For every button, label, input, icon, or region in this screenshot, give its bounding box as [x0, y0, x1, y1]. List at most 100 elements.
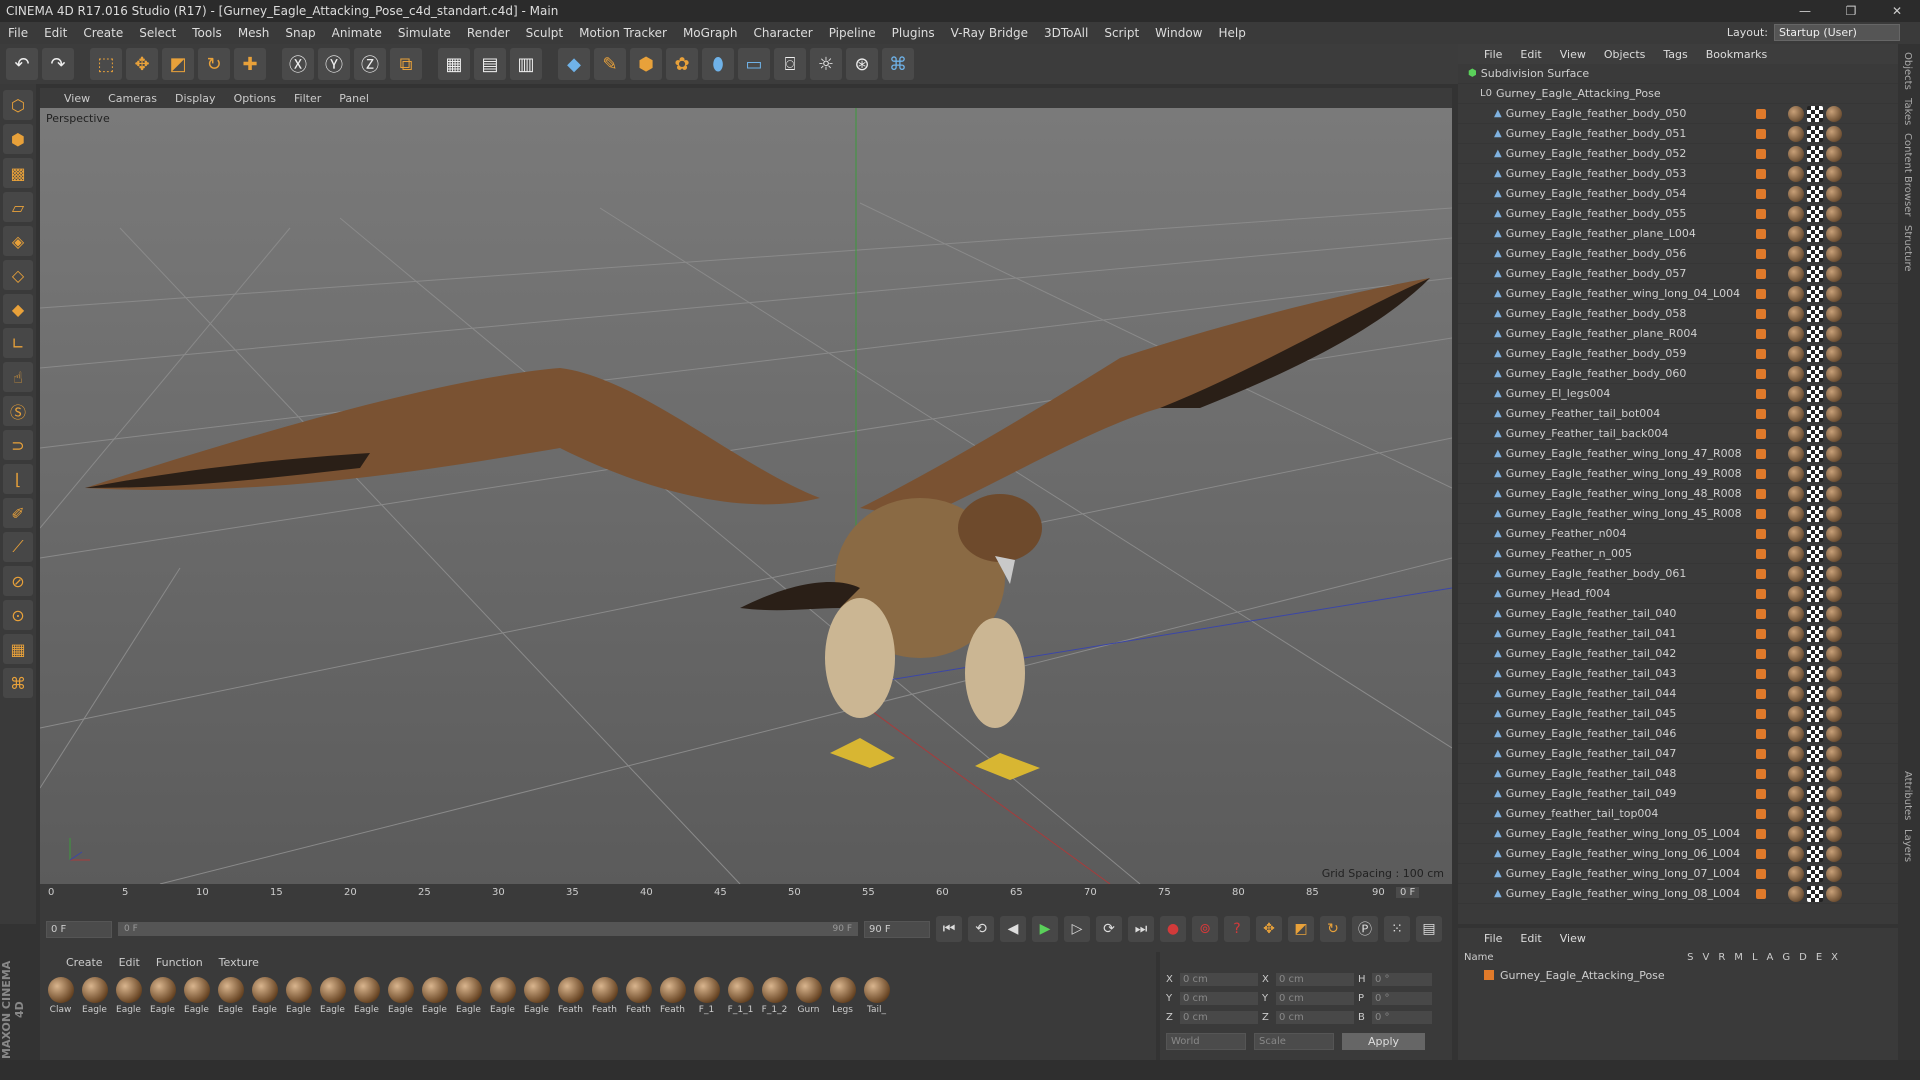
object-row[interactable]: ▲ Gurney_Eagle_feather_wing_long_07_L004 — [1458, 864, 1898, 884]
frame-range-slider[interactable]: 0 F 90 F — [118, 922, 858, 936]
render-view-icon[interactable]: ▦ — [438, 48, 470, 80]
scale-icon[interactable]: ◩ — [162, 48, 194, 80]
material-tag-icon[interactable] — [1788, 865, 1804, 882]
visibility-flags[interactable] — [1756, 348, 1766, 359]
material-tag-icon[interactable] — [1826, 565, 1842, 582]
points-mode-icon[interactable]: ◈ — [3, 226, 33, 256]
object-row[interactable]: ▲ Gurney_Feather_n_005 — [1458, 544, 1898, 564]
rot-b-field[interactable]: 0 ° — [1372, 1011, 1432, 1024]
material-tag-icon[interactable] — [1788, 685, 1804, 702]
material-tag-icon[interactable] — [1788, 645, 1804, 662]
menu-window[interactable]: Window — [1147, 26, 1210, 40]
uvw-tag-icon[interactable] — [1807, 165, 1823, 182]
material-menu-create[interactable]: Create — [66, 956, 103, 969]
material-tag-icon[interactable] — [1788, 405, 1804, 422]
material-tag-icon[interactable] — [1826, 665, 1842, 682]
tab-takes[interactable]: Takes — [1902, 98, 1913, 125]
tab-structure[interactable]: Structure — [1902, 225, 1913, 272]
viewport-menu-filter[interactable]: Filter — [294, 92, 321, 105]
end-frame-field[interactable]: 90 F — [864, 920, 930, 938]
layout-dropdown[interactable]: Startup (User) — [1774, 24, 1900, 41]
material-swatch[interactable]: Eagle — [182, 977, 211, 1015]
tweak-icon[interactable]: ☝ — [3, 362, 33, 392]
object-row[interactable]: ▲ Gurney_El_legs004 — [1458, 384, 1898, 404]
object-row[interactable]: ▲ Gurney_Eagle_feather_body_055 — [1458, 204, 1898, 224]
rotate-icon[interactable]: ↻ — [198, 48, 230, 80]
next-frame-icon[interactable]: ▷ — [1064, 916, 1090, 942]
brush-icon[interactable]: ✐ — [3, 498, 33, 528]
material-menu-texture[interactable]: Texture — [219, 956, 259, 969]
size-x-field[interactable]: 0 cm — [1276, 973, 1354, 986]
material-tag-icon[interactable] — [1826, 385, 1842, 402]
visibility-flags[interactable] — [1756, 168, 1766, 179]
material-tag-icon[interactable] — [1826, 845, 1842, 862]
material-tag-icon[interactable] — [1826, 445, 1842, 462]
material-tag-icon[interactable] — [1826, 525, 1842, 542]
make-editable-icon[interactable]: ⬡ — [3, 90, 33, 120]
material-swatch[interactable]: Eagle — [284, 977, 313, 1015]
previous-key-icon[interactable]: ⟲ — [968, 916, 994, 942]
material-tag-icon[interactable] — [1826, 725, 1842, 742]
sculpt-icon[interactable]: ⊘ — [3, 566, 33, 596]
material-swatch[interactable]: Eagle — [352, 977, 381, 1015]
material-tag-icon[interactable] — [1826, 685, 1842, 702]
coord-mode-dropdown[interactable]: Scale — [1254, 1033, 1334, 1050]
layer-row[interactable]: Gurney_Eagle_Attacking_Pose — [1458, 966, 1898, 984]
uvw-tag-icon[interactable] — [1807, 885, 1823, 902]
visibility-flags[interactable] — [1756, 708, 1766, 719]
visibility-flags[interactable] — [1756, 228, 1766, 239]
visibility-flags[interactable] — [1756, 148, 1766, 159]
material-tag-icon[interactable] — [1826, 265, 1842, 282]
mograph-icon[interactable]: ✿ — [666, 48, 698, 80]
material-tag-icon[interactable] — [1826, 485, 1842, 502]
visibility-flags[interactable] — [1756, 568, 1766, 579]
knife-icon[interactable]: ⟋ — [3, 532, 33, 562]
menu-character[interactable]: Character — [745, 26, 820, 40]
paint-icon[interactable]: ⊙ — [3, 600, 33, 630]
material-tag-icon[interactable] — [1826, 745, 1842, 762]
grid-icon[interactable]: ▦ — [3, 634, 33, 664]
menu-simulate[interactable]: Simulate — [390, 26, 459, 40]
material-swatch[interactable]: Feath — [624, 977, 653, 1015]
material-tag-icon[interactable] — [1788, 885, 1804, 902]
material-tag-icon[interactable] — [1788, 845, 1804, 862]
material-swatch[interactable]: Eagle — [454, 977, 483, 1015]
uvw-tag-icon[interactable] — [1807, 425, 1823, 442]
material-tag-icon[interactable] — [1826, 885, 1842, 902]
menu-3dtoall[interactable]: 3DToAll — [1036, 26, 1096, 40]
object-row[interactable]: ▲ Gurney_Eagle_feather_tail_049 — [1458, 784, 1898, 804]
play-icon[interactable]: ▶ — [1032, 916, 1058, 942]
uvw-tag-icon[interactable] — [1807, 625, 1823, 642]
object-row[interactable]: ▲ Gurney_Eagle_feather_tail_044 — [1458, 684, 1898, 704]
parameter-key-icon[interactable]: Ⓟ — [1352, 916, 1378, 942]
uvw-tag-icon[interactable] — [1807, 565, 1823, 582]
texture-mode-icon[interactable]: ▩ — [3, 158, 33, 188]
record-icon[interactable]: ● — [1160, 916, 1186, 942]
y-axis-icon[interactable]: Ⓨ — [318, 48, 350, 80]
visibility-flags[interactable] — [1756, 828, 1766, 839]
object-row[interactable]: ▲ Gurney_Eagle_feather_wing_long_08_L004 — [1458, 884, 1898, 904]
floor-icon[interactable]: ▭ — [738, 48, 770, 80]
material-tag-icon[interactable] — [1826, 285, 1842, 302]
material-tag-icon[interactable] — [1788, 245, 1804, 262]
coord-space-dropdown[interactable]: World — [1166, 1033, 1246, 1050]
light-icon[interactable]: ☼ — [810, 48, 842, 80]
object-row[interactable]: ▲ Gurney_Eagle_feather_tail_042 — [1458, 644, 1898, 664]
uvw-tag-icon[interactable] — [1807, 405, 1823, 422]
minimize-button[interactable]: — — [1782, 0, 1828, 22]
object-row[interactable]: ▲ Gurney_Eagle_feather_wing_long_47_R008 — [1458, 444, 1898, 464]
uvw-tag-icon[interactable] — [1807, 705, 1823, 722]
uvw-tag-icon[interactable] — [1807, 325, 1823, 342]
object-row[interactable]: ▲ Gurney_Eagle_feather_body_051 — [1458, 124, 1898, 144]
keyframe-selection-icon[interactable]: ? — [1224, 916, 1250, 942]
visibility-flags[interactable] — [1756, 548, 1766, 559]
object-row-root[interactable]: ⬢ Subdivision Surface — [1458, 64, 1898, 84]
menu-mograph[interactable]: MoGraph — [675, 26, 746, 40]
uvw-tag-icon[interactable] — [1807, 845, 1823, 862]
material-tag-icon[interactable] — [1788, 725, 1804, 742]
menu-script[interactable]: Script — [1096, 26, 1147, 40]
object-row[interactable]: ▲ Gurney_Eagle_feather_wing_long_49_R008 — [1458, 464, 1898, 484]
workplane-icon[interactable]: ▱ — [3, 192, 33, 222]
menu-select[interactable]: Select — [131, 26, 184, 40]
render-settings-icon[interactable]: ▥ — [510, 48, 542, 80]
